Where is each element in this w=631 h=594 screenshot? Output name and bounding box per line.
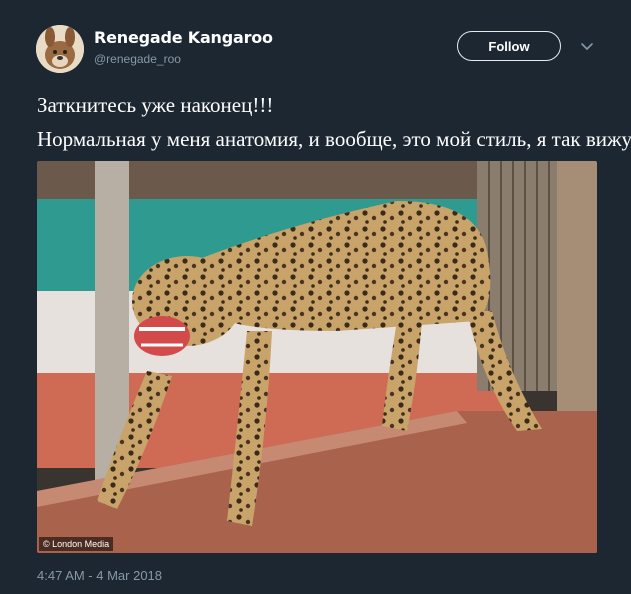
author-display-name[interactable]: Renegade Kangaroo bbox=[94, 28, 273, 47]
kangaroo-avatar-icon bbox=[36, 25, 84, 73]
chevron-down-icon[interactable] bbox=[579, 38, 595, 54]
tweet-photo[interactable]: © London Media bbox=[37, 161, 597, 553]
author-handle[interactable]: @renegade_roo bbox=[94, 52, 181, 66]
avatar[interactable] bbox=[36, 25, 84, 73]
tweet-timestamp[interactable]: 4:47 AM - 4 Mar 2018 bbox=[37, 568, 162, 583]
tweet-text-line-2: Нормальная у меня анатомия, и вообще, эт… bbox=[37, 127, 631, 151]
image-credit: © London Media bbox=[39, 537, 114, 551]
leopard-photo bbox=[37, 161, 597, 553]
follow-button[interactable]: Follow bbox=[457, 31, 561, 61]
tweet-text-line-1: Заткнитесь уже наконец!!! bbox=[37, 93, 274, 117]
